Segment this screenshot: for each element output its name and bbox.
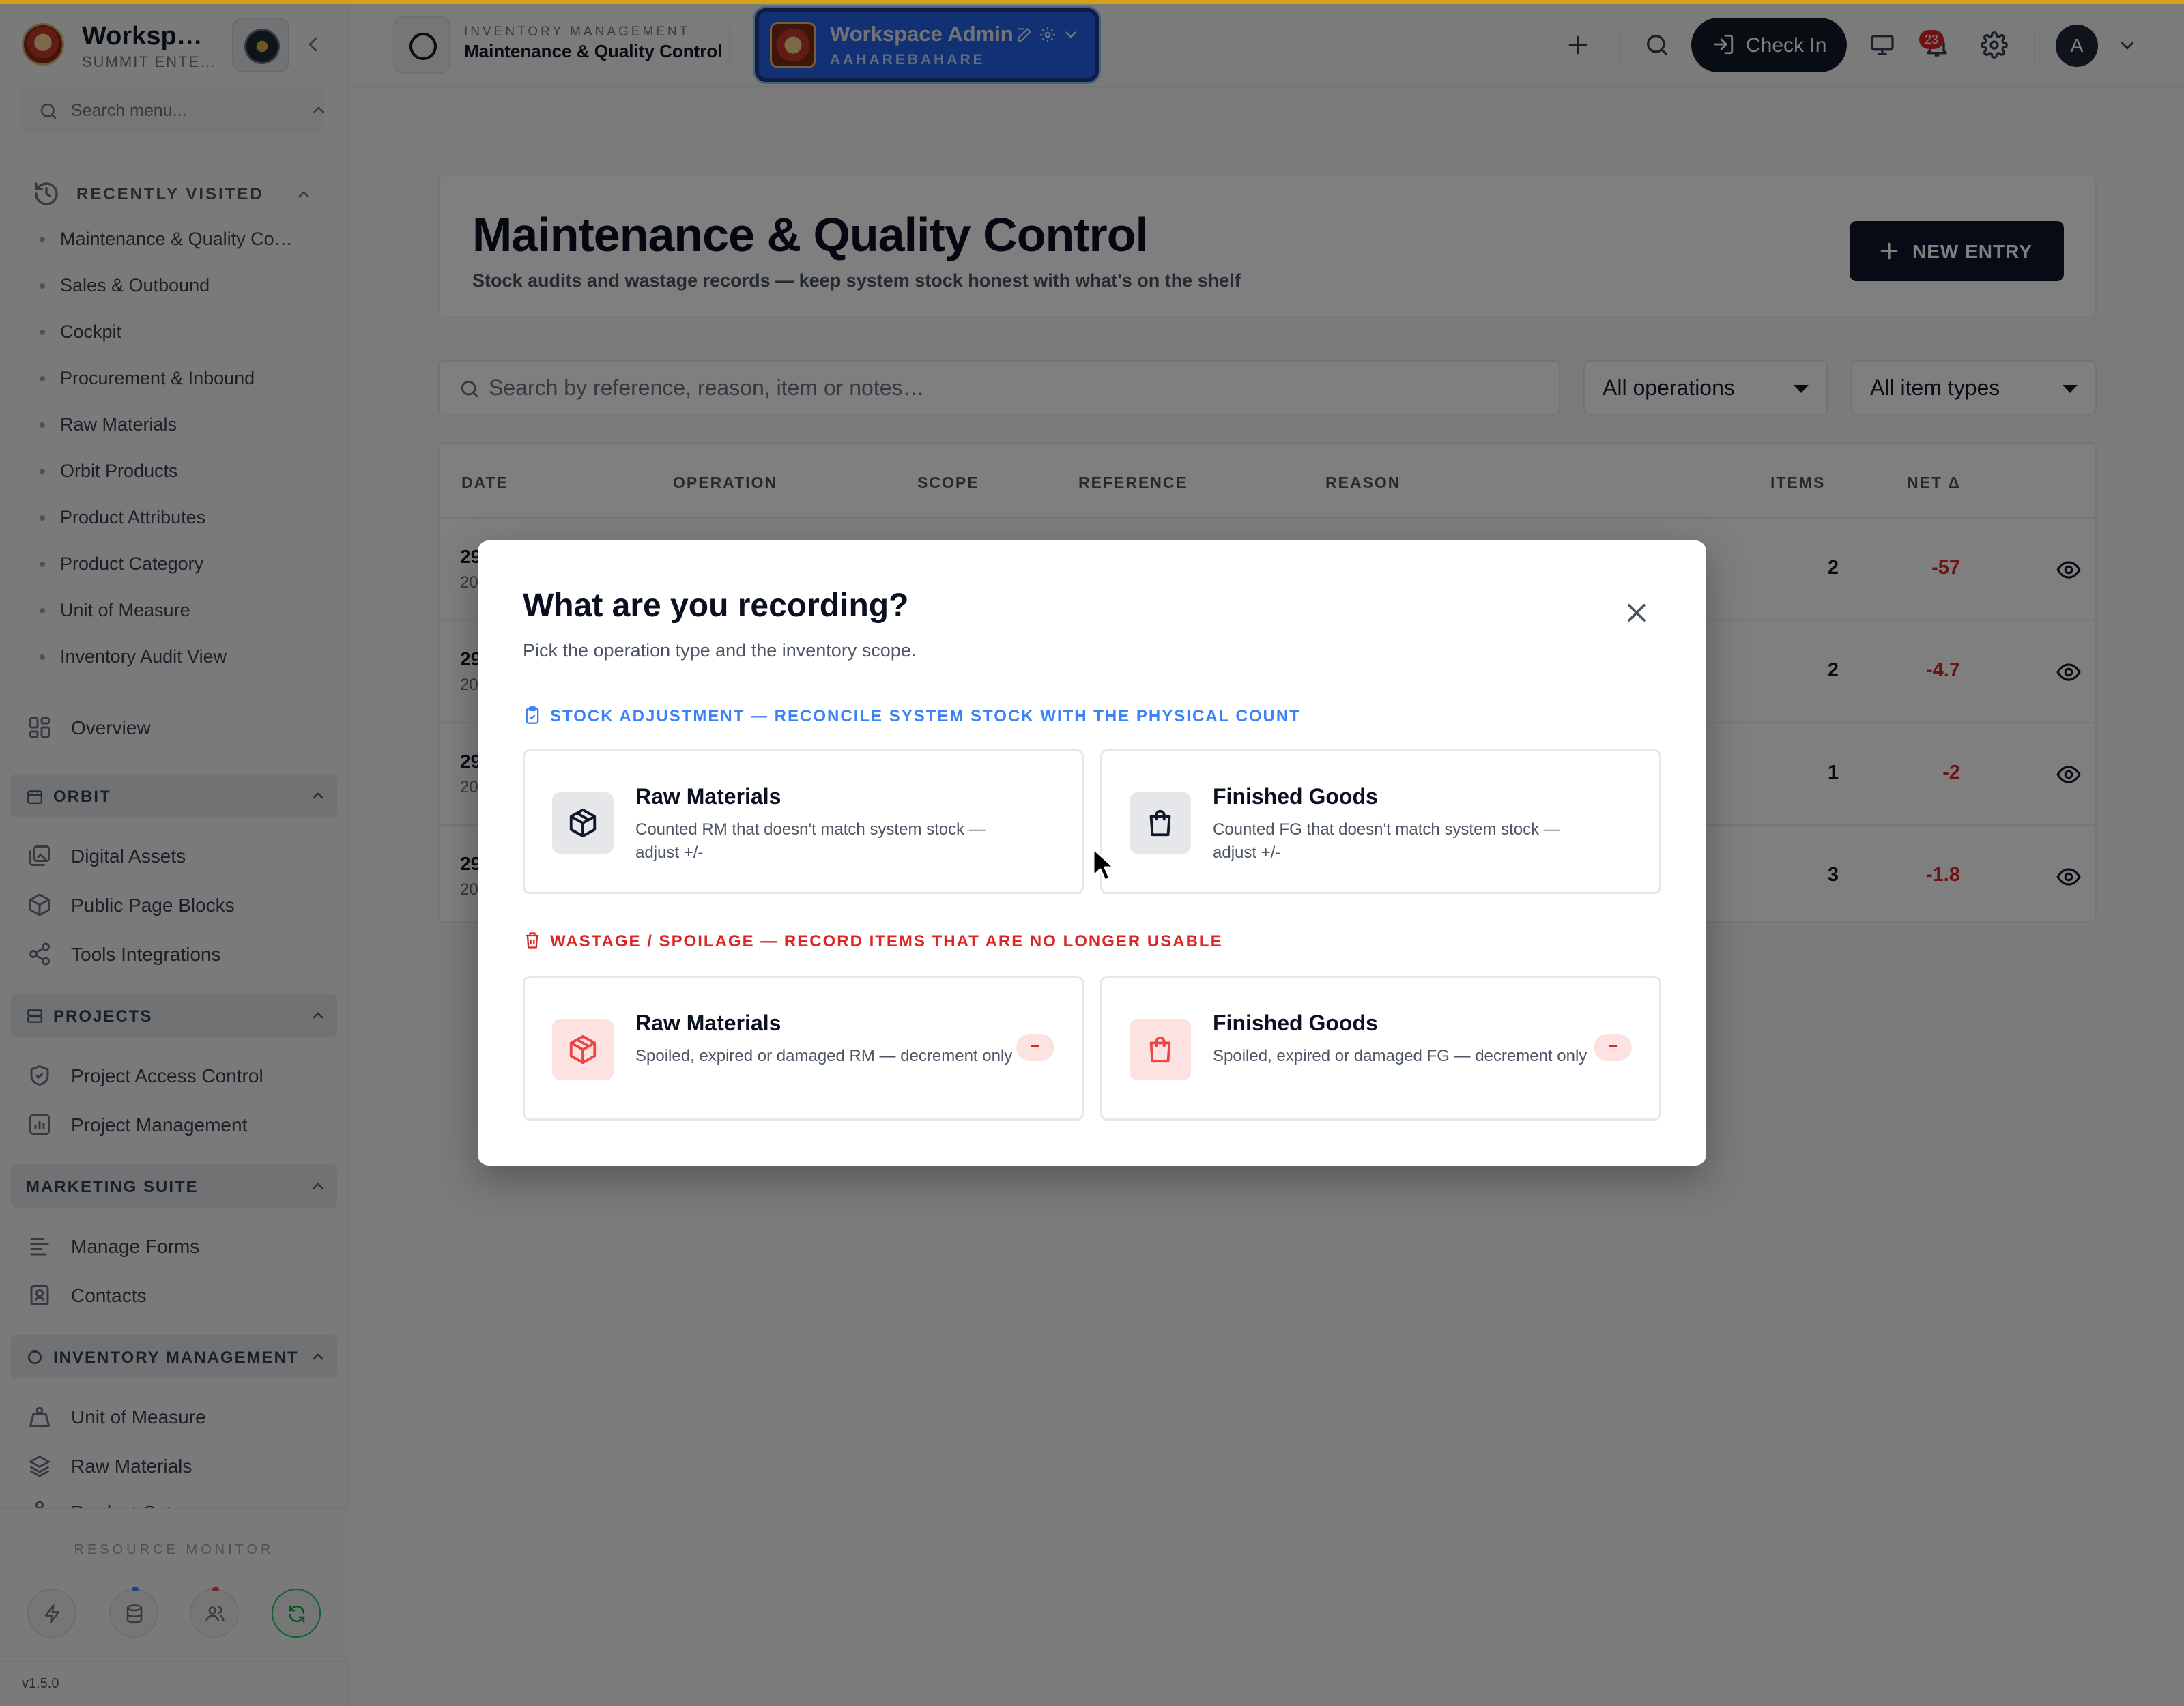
option-wastage-raw-materials[interactable]: Raw Materials Spoiled, expired or damage… <box>523 976 1084 1121</box>
decrement-badge: − <box>1594 1034 1632 1061</box>
option-description: Spoiled, expired or damaged FG — decreme… <box>1213 1047 1587 1065</box>
top-accent-line <box>0 0 2184 4</box>
trash-icon <box>526 932 539 949</box>
shopping-bag-icon <box>1149 1036 1171 1063</box>
option-description: Spoiled, expired or damaged RM — decreme… <box>635 1047 1013 1065</box>
option-wastage-finished-goods[interactable]: Finished Goods Spoiled, expired or damag… <box>1100 976 1661 1121</box>
option-title: Finished Goods <box>1213 784 1378 809</box>
clipboard-check-icon <box>526 706 539 724</box>
package-icon <box>569 808 597 838</box>
icon-box <box>1130 1019 1191 1080</box>
package-icon <box>569 1035 597 1065</box>
option-description: Counted FG that doesn't match system sto… <box>1213 820 1560 862</box>
modal-title: What are you recording? <box>523 588 909 624</box>
option-title: Finished Goods <box>1213 1011 1378 1035</box>
option-title: Raw Materials <box>635 784 781 809</box>
icon-box <box>552 1019 614 1080</box>
icon-box <box>552 792 614 854</box>
option-description: Counted RM that doesn't match system sto… <box>635 820 986 862</box>
option-title: Raw Materials <box>635 1011 781 1035</box>
group-heading-label: STOCK ADJUSTMENT — RECONCILE SYSTEM STOC… <box>550 707 1301 725</box>
decrement-badge: − <box>1016 1034 1054 1061</box>
close-icon[interactable] <box>1622 598 1652 628</box>
modal-subtitle: Pick the operation type and the inventor… <box>523 640 917 661</box>
mouse-cursor-icon <box>1092 848 1115 882</box>
option-stock-adjustment-finished-goods[interactable]: Finished Goods Counted FG that doesn't m… <box>1100 749 1661 894</box>
icon-box <box>1130 792 1191 854</box>
shopping-bag-icon <box>1149 809 1171 837</box>
group-heading-label: WASTAGE / SPOILAGE — RECORD ITEMS THAT A… <box>550 932 1223 951</box>
option-stock-adjustment-raw-materials[interactable]: Raw Materials Counted RM that doesn't ma… <box>523 749 1084 894</box>
